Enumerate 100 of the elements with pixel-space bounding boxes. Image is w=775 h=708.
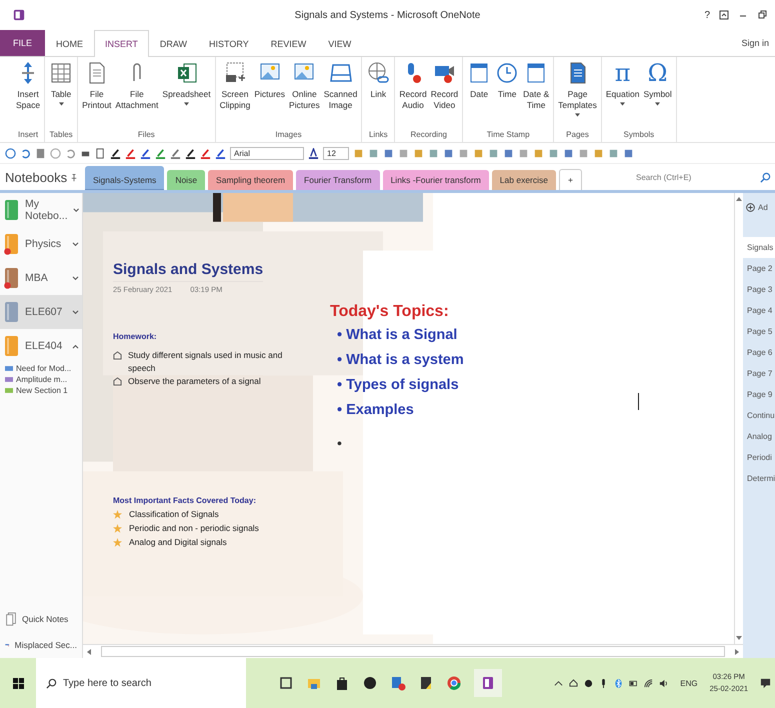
chevron-icon[interactable] <box>72 310 79 314</box>
app-icon[interactable] <box>390 675 406 691</box>
add-section-tab[interactable]: + <box>559 169 582 190</box>
ribbon-tab[interactable]: HOME <box>45 30 94 57</box>
toolbar-icon[interactable] <box>383 148 394 158</box>
ribbon-button[interactable]: Date <box>465 60 494 128</box>
toolbar-icon[interactable] <box>608 148 619 158</box>
ribbon-button[interactable]: π Equation <box>604 60 642 128</box>
section-tab[interactable]: Signals-Systems <box>85 166 164 190</box>
undo-icon[interactable] <box>20 148 31 158</box>
ribbon-button[interactable]: Spreadsheet <box>160 60 213 128</box>
search-icon[interactable] <box>760 172 771 182</box>
toolbar-icon[interactable] <box>488 148 499 158</box>
ribbon-button[interactable]: Time <box>493 60 522 128</box>
ribbon-display-icon[interactable] <box>719 10 729 20</box>
page-item[interactable]: Continu <box>743 405 775 426</box>
toolbar-icon[interactable] <box>368 148 379 158</box>
chevron-icon[interactable] <box>72 344 79 348</box>
ribbon-tab[interactable]: DRAW <box>148 30 198 57</box>
scroll-down-icon[interactable] <box>736 636 742 640</box>
page-item[interactable]: Page 3 <box>743 279 775 300</box>
language-indicator[interactable]: ENG <box>680 678 698 688</box>
aperture-icon[interactable] <box>584 678 594 688</box>
pen-icon[interactable] <box>110 148 121 158</box>
help-button[interactable]: ? <box>704 10 710 20</box>
scroll-left-icon[interactable] <box>87 648 91 654</box>
page-item[interactable]: Page 5 <box>743 321 775 342</box>
chevron-up-icon[interactable] <box>554 678 564 688</box>
notebook-item[interactable]: ELE607 <box>0 295 82 329</box>
ribbon-button[interactable]: Scanned Image <box>322 60 360 128</box>
panel-icon[interactable] <box>35 148 46 158</box>
toolbar-icon[interactable] <box>443 148 454 158</box>
battery-icon[interactable] <box>629 678 638 688</box>
ribbon-button[interactable]: File Attachment <box>113 60 160 128</box>
notebook-item[interactable]: My Notebo... <box>0 193 82 227</box>
scroll-right-icon[interactable] <box>735 648 739 654</box>
horizontal-scrollbar[interactable] <box>101 646 725 657</box>
page-item[interactable]: Page 7 <box>743 363 775 384</box>
notebook-app-icon[interactable] <box>474 669 502 697</box>
bluetooth-icon[interactable] <box>614 678 624 688</box>
section-item[interactable]: Need for Mod... <box>0 363 82 374</box>
scroll-up-icon[interactable] <box>736 197 742 201</box>
section-tab[interactable]: Noise <box>167 170 206 190</box>
page-item[interactable]: Signals <box>743 237 775 258</box>
restore-icon[interactable] <box>757 10 767 20</box>
page-item[interactable]: Page 9 <box>743 384 775 405</box>
pen-icon[interactable] <box>185 148 196 158</box>
toolbar-icon[interactable] <box>503 148 514 158</box>
page-item[interactable]: Page 6 <box>743 342 775 363</box>
font-size-field[interactable]: 12 <box>323 146 349 160</box>
browser-icon[interactable] <box>446 675 462 691</box>
ribbon-button[interactable]: File Printout <box>80 60 114 128</box>
redo-icon[interactable] <box>65 148 76 158</box>
toolbar-icon[interactable] <box>623 148 634 158</box>
page-item[interactable]: Determi <box>743 468 775 489</box>
notebook-item[interactable]: ELE404 <box>0 329 82 363</box>
sticky-note-icon[interactable] <box>418 675 434 691</box>
page-item[interactable]: Periodi <box>743 447 775 468</box>
ribbon-tab[interactable]: VIEW <box>317 30 362 57</box>
ribbon-tab[interactable]: HISTORY <box>198 30 260 57</box>
ribbon-button[interactable]: Link <box>364 60 392 128</box>
search-field[interactable]: Search (Ctrl+E) <box>636 169 756 185</box>
task-view-icon[interactable] <box>278 675 294 691</box>
page-item[interactable]: Page 4 <box>743 300 775 321</box>
ribbon-button[interactable]: Insert Space <box>14 60 42 128</box>
section-tab[interactable]: Fourier Transform <box>296 170 380 190</box>
add-page-button[interactable]: Ad <box>743 197 775 217</box>
page-item[interactable]: Analog <box>743 426 775 447</box>
notebook-item[interactable]: MBA <box>0 261 82 295</box>
misplaced-sections-item[interactable]: Misplaced Sec... <box>0 632 82 658</box>
ribbon-button[interactable]: Page Templates <box>556 60 599 128</box>
pin-icon[interactable] <box>71 172 78 182</box>
ribbon-tab[interactable]: REVIEW <box>260 30 318 57</box>
file-tab[interactable]: FILE <box>0 30 46 56</box>
chevron-icon[interactable] <box>72 276 79 280</box>
toolbar-icon[interactable] <box>428 148 439 158</box>
chevron-icon[interactable] <box>72 242 79 246</box>
ribbon-tab[interactable]: INSERT <box>94 30 149 57</box>
cloud-icon[interactable] <box>569 678 578 688</box>
font-name-field[interactable]: Arial <box>230 146 304 160</box>
ribbon-button[interactable]: Record Audio <box>397 60 429 128</box>
quick-notes-item[interactable]: Quick Notes <box>0 606 82 632</box>
notifications-icon[interactable] <box>760 678 771 688</box>
aperture-icon[interactable] <box>362 675 378 691</box>
toolbar-icon[interactable] <box>548 148 559 158</box>
pen-icon[interactable] <box>215 148 226 158</box>
section-item[interactable]: Amplitude m... <box>0 374 82 385</box>
chevron-icon[interactable] <box>72 208 79 212</box>
ribbon-button[interactable]: Online Pictures <box>287 60 322 128</box>
font-color-icon[interactable] <box>308 148 319 158</box>
todo-checkbox[interactable] <box>113 377 122 386</box>
taskbar-search-field[interactable]: Type here to search <box>36 658 246 708</box>
wifi-icon[interactable] <box>644 678 654 688</box>
notebook-item[interactable]: Physics <box>0 227 82 261</box>
section-tab[interactable]: Sampling theorem <box>208 170 294 190</box>
speaker-icon[interactable] <box>659 678 668 688</box>
ribbon-button[interactable]: Table <box>47 60 76 128</box>
pen-icon[interactable] <box>140 148 151 158</box>
section-tab[interactable]: Lab exercise <box>492 170 556 190</box>
shopping-bag-icon[interactable] <box>334 675 350 691</box>
